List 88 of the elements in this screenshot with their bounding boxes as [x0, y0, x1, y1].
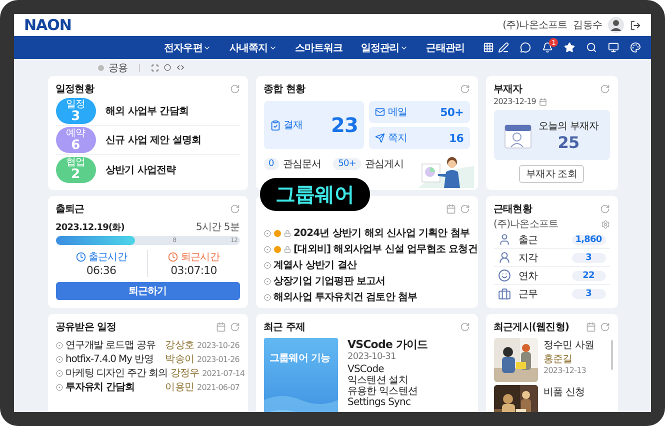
watch-count: 50+: [333, 158, 362, 170]
schedule-title[interactable]: 연구개발 로드맵 공유: [66, 338, 162, 352]
card-title: 최근게시(웹진형): [494, 321, 570, 334]
mail-tile[interactable]: 메일 50+: [369, 101, 470, 123]
tile-label: 메일: [388, 106, 408, 119]
user-name: 김동수: [573, 19, 602, 32]
tile-label: 쪽지: [388, 132, 408, 145]
pill-label: 협업: [66, 158, 86, 168]
watch-count: 0: [264, 158, 279, 170]
post-title[interactable]: 정수민 사원: [544, 338, 594, 352]
watch-label[interactable]: 관심문서: [282, 157, 322, 171]
topic-line: 익스텐션 설치: [348, 375, 408, 386]
topic-date: 2023-10-31: [348, 351, 396, 364]
card-title: 부재자: [494, 83, 522, 96]
nav-menu-item[interactable]: 사내쪽지: [229, 40, 277, 54]
topic-line: Settings Sync: [348, 397, 411, 408]
status-label: 지각: [518, 252, 538, 264]
company-label: (주)나온소프트: [494, 218, 558, 231]
post-title[interactable]: 계열사 상반기 결산: [274, 258, 356, 272]
post-date: 2023-12-13: [544, 366, 586, 375]
logo[interactable]: NAON: [24, 16, 72, 34]
topic-heading[interactable]: VSCode 가이드: [348, 338, 428, 351]
owner-name: 이용민: [165, 381, 194, 394]
clock-out-button[interactable]: 퇴근하기: [56, 282, 240, 300]
post-title[interactable]: 비품 신청: [544, 385, 585, 399]
schedule-title[interactable]: 마케팅 디자인 주간 회의: [66, 366, 168, 380]
schedule-date: 2021-06-07: [197, 382, 240, 392]
nav-menu-item[interactable]: 근태관리: [426, 40, 465, 54]
absence-button[interactable]: 부재자 조회: [519, 165, 584, 183]
tile-count: 16: [448, 132, 464, 144]
company-name[interactable]: (주)나온소프트: [502, 18, 568, 32]
schedule-title[interactable]: 상반기 사업전략: [106, 162, 176, 176]
schedule-title[interactable]: 해외 사업부 간담회: [106, 104, 188, 118]
memo-tile[interactable]: 쪽지 16: [369, 127, 470, 149]
status-count[interactable]: 3: [572, 252, 606, 262]
schedule-title[interactable]: 투자유치 간담회: [66, 380, 162, 394]
card-title: 종합 현황: [264, 83, 305, 96]
time-value: 03:07:10: [170, 264, 217, 277]
pill-label: 일정: [66, 100, 86, 110]
pill-count: 3: [71, 110, 80, 122]
watch-label[interactable]: 관심게시: [365, 157, 404, 171]
topic-line: 유용한 익스텐션: [348, 386, 418, 397]
schedule-date: 2023-01-26: [197, 354, 240, 364]
absence-caption: 오늘의 부재자: [538, 120, 599, 132]
card-title: 최근 주제: [264, 321, 305, 334]
tile-count: 50+: [440, 106, 464, 118]
topic-line: VSCode: [348, 364, 384, 375]
author-name: 홍준길: [544, 353, 572, 366]
card-title: 근태현황: [494, 203, 532, 216]
work-duration: 5시간 5분: [196, 221, 240, 234]
time-label: 출근시간: [88, 251, 127, 264]
card-title: 출퇴근: [56, 203, 84, 216]
nav-menu-item[interactable]: 일정관리: [360, 40, 408, 54]
nav-menu-item[interactable]: 스마트워크: [294, 40, 343, 54]
thumbnail-caption: 그룹웨어 기능: [270, 353, 330, 364]
pill-label: 예약: [66, 128, 86, 138]
absence-date: 2023-12-19: [494, 97, 536, 106]
status-label: 근무: [518, 288, 538, 301]
status-count[interactable]: 22: [572, 270, 606, 280]
absence-count: 25: [558, 132, 580, 152]
radio-label: 공용: [108, 62, 128, 74]
owner-name: 강상호: [165, 339, 194, 352]
post-title[interactable]: 상장기업 기업평판 보고서: [274, 274, 386, 288]
time-label: 퇴근시간: [181, 251, 220, 264]
schedule-date: 2021-07-14: [202, 368, 245, 378]
tile-count: 23: [330, 113, 358, 137]
post-title[interactable]: 해외사업 투자유치건 검토안 첨부: [274, 290, 418, 304]
approval-tile[interactable]: 결재 23: [264, 101, 364, 149]
time-value: 06:36: [86, 264, 116, 277]
schedule-title[interactable]: hotfix-7.4.0 My 반영: [66, 352, 162, 366]
schedule-date: 2023-10-26: [197, 340, 240, 350]
owner-name: 강정우: [170, 367, 200, 380]
owner-name: 박송이: [165, 353, 194, 366]
attendance-date: 2023.12.19(화): [56, 222, 124, 234]
status-label: 출근: [518, 234, 538, 246]
post-title[interactable]: 2024년 상반기 해외 신사업 기획안 첨부: [294, 226, 470, 240]
tile-label: 결재: [284, 119, 303, 132]
groupware-label: 그룹웨어: [260, 178, 370, 211]
nav-menu-item[interactable]: 전자우편: [164, 40, 212, 54]
pill-count: 6: [71, 138, 80, 152]
card-title: 일정현황: [56, 83, 94, 96]
status-count[interactable]: 1,860: [572, 234, 606, 244]
card-title: 공유받은 일정: [56, 321, 116, 334]
status-count[interactable]: 3: [572, 289, 606, 299]
status-label: 연차: [518, 270, 538, 282]
post-title[interactable]: [대외비] 해외사업부 신설 업무협조 요청건: [294, 242, 478, 256]
pill-count: 2: [71, 168, 80, 181]
schedule-title[interactable]: 신규 사업 제안 설명회: [106, 133, 202, 147]
